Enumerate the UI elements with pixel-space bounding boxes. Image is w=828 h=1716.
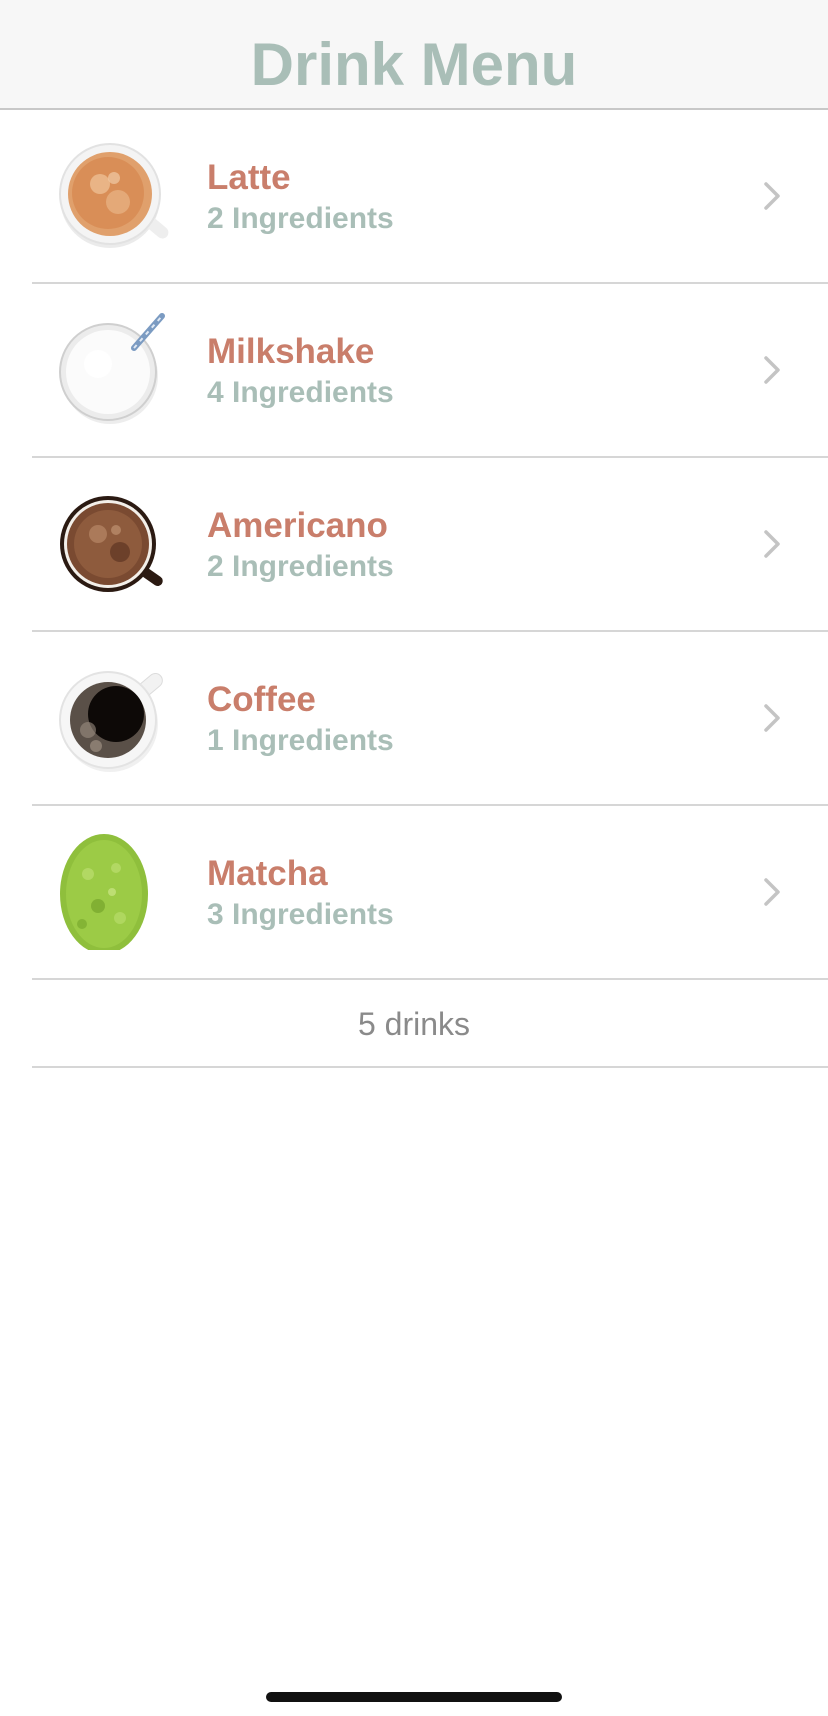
drink-row-coffee[interactable]: Coffee 1 Ingredients [0,632,828,806]
drink-name: Milkshake [207,332,375,371]
drink-name: Latte [207,158,291,197]
milkshake-glass-icon [58,312,174,428]
home-indicator[interactable] [266,1692,562,1702]
drink-name: Americano [207,506,388,545]
americano-cup-icon [58,486,174,602]
drink-ingredient-count: 3 Ingredients [207,898,394,931]
drink-count-label: 5 drinks [357,1006,471,1042]
drink-row-latte[interactable]: Latte 2 Ingredients [0,110,828,284]
chevron-right-icon [754,178,790,214]
navigation-bar: Drink Menu [0,0,828,110]
drink-list: Latte 2 Ingredients Milkshake 4 Ingredie… [0,110,828,1068]
drink-row-milkshake[interactable]: Milkshake 4 Ingredients [0,284,828,458]
chevron-right-icon [754,352,790,388]
list-footer: 5 drinks [0,980,828,1068]
drink-ingredient-count: 2 Ingredients [207,550,394,583]
drink-row-americano[interactable]: Americano 2 Ingredients [0,458,828,632]
drink-row-matcha[interactable]: Matcha 3 Ingredients [0,806,828,980]
drink-name: Coffee [207,680,316,719]
latte-cup-icon [58,138,174,254]
coffee-cup-icon [58,660,174,776]
page-title: Drink Menu [250,31,578,98]
chevron-right-icon [754,874,790,910]
drink-ingredient-count: 2 Ingredients [207,202,394,235]
drink-ingredient-count: 1 Ingredients [207,724,394,757]
matcha-powder-icon [58,834,174,950]
drink-ingredient-count: 4 Ingredients [207,376,394,409]
chevron-right-icon [754,700,790,736]
chevron-right-icon [754,526,790,562]
drink-name: Matcha [207,854,328,893]
